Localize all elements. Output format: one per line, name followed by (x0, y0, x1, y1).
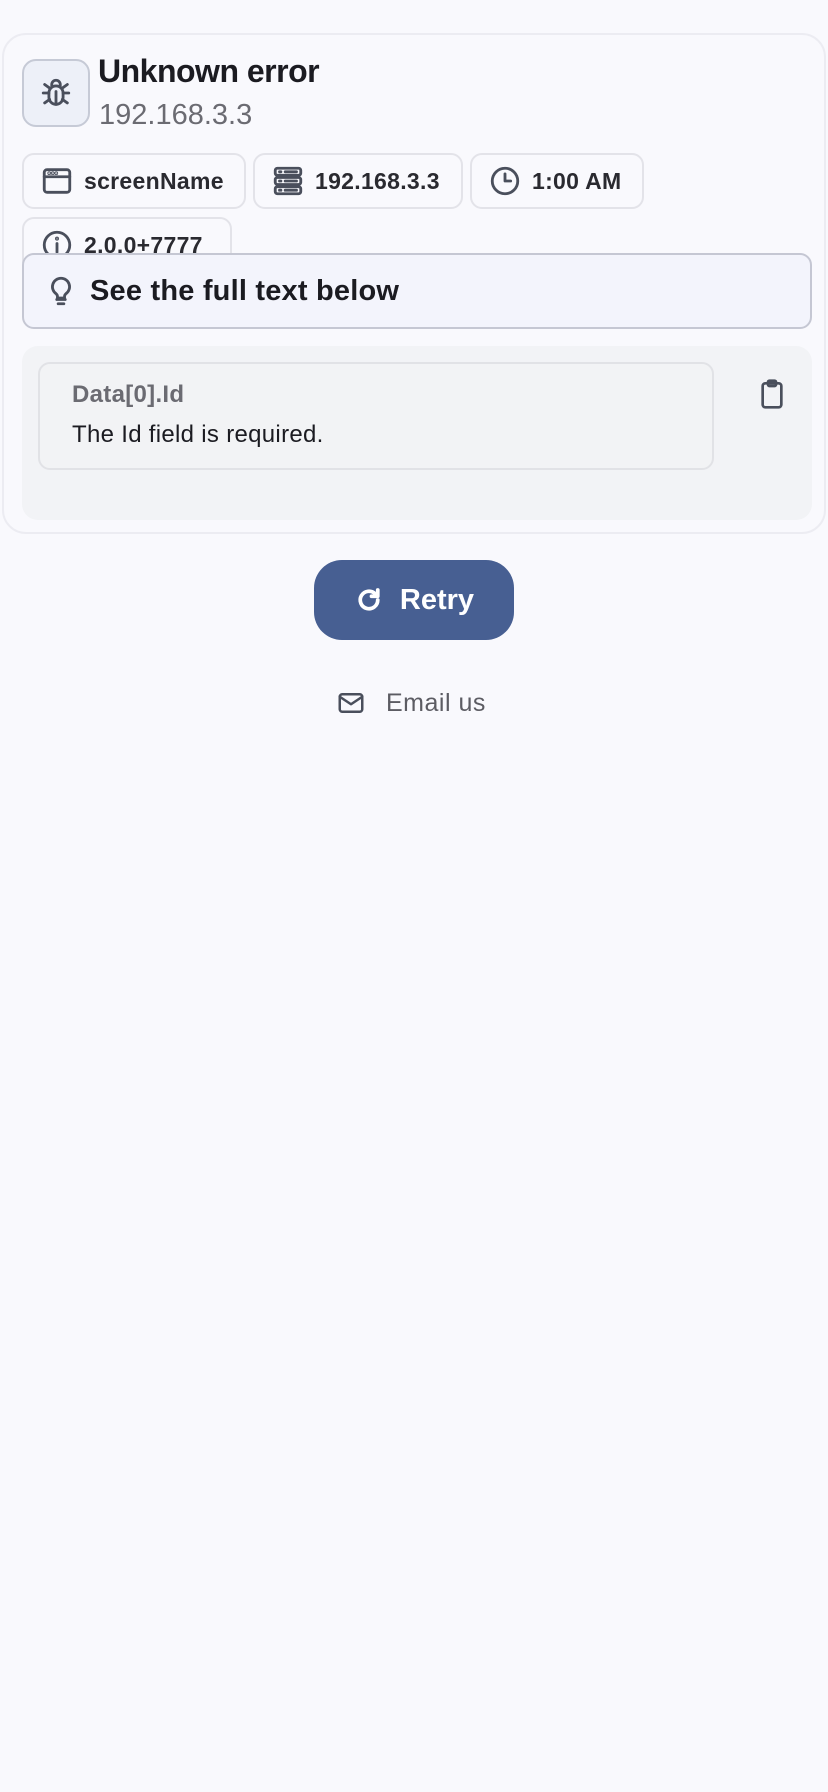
lightbulb-icon (51, 276, 71, 306)
error-title: Unknown error (98, 53, 320, 89)
error-details-panel: Data[0].Id The Id field is required. (22, 346, 812, 520)
chip-time: 1:00 AM (470, 153, 644, 209)
chip-label: 1:00 AM (532, 167, 622, 194)
window-icon (42, 168, 72, 194)
chip-label: screenName (84, 167, 224, 194)
email-us-link[interactable]: Email us (334, 683, 486, 723)
hint-banner: See the full text below (22, 253, 812, 329)
mail-icon (338, 693, 364, 713)
retry-button[interactable]: Retry (314, 560, 514, 640)
error-card: Unknown error 192.168.3.3 screenName 192… (2, 33, 826, 534)
clipboard-icon (761, 379, 783, 409)
hint-text: See the full text below (90, 274, 400, 307)
chip-label: 192.168.3.3 (315, 167, 440, 194)
chip-host: 192.168.3.3 (253, 153, 463, 209)
clock-icon (490, 166, 520, 196)
email-us-label: Email us (386, 688, 486, 717)
error-detail-item: Data[0].Id The Id field is required. (38, 362, 714, 470)
refresh-icon (358, 588, 380, 611)
bug-icon (41, 78, 71, 106)
server-icon (273, 166, 303, 196)
error-icon-badge (22, 59, 90, 127)
error-subtitle: 192.168.3.3 (99, 99, 253, 131)
error-field-name: Data[0].Id (72, 381, 185, 408)
copy-button[interactable] (752, 374, 792, 414)
retry-label: Retry (399, 583, 475, 616)
chip-screen-name: screenName (22, 153, 246, 209)
error-message: The Id field is required. (72, 421, 324, 448)
